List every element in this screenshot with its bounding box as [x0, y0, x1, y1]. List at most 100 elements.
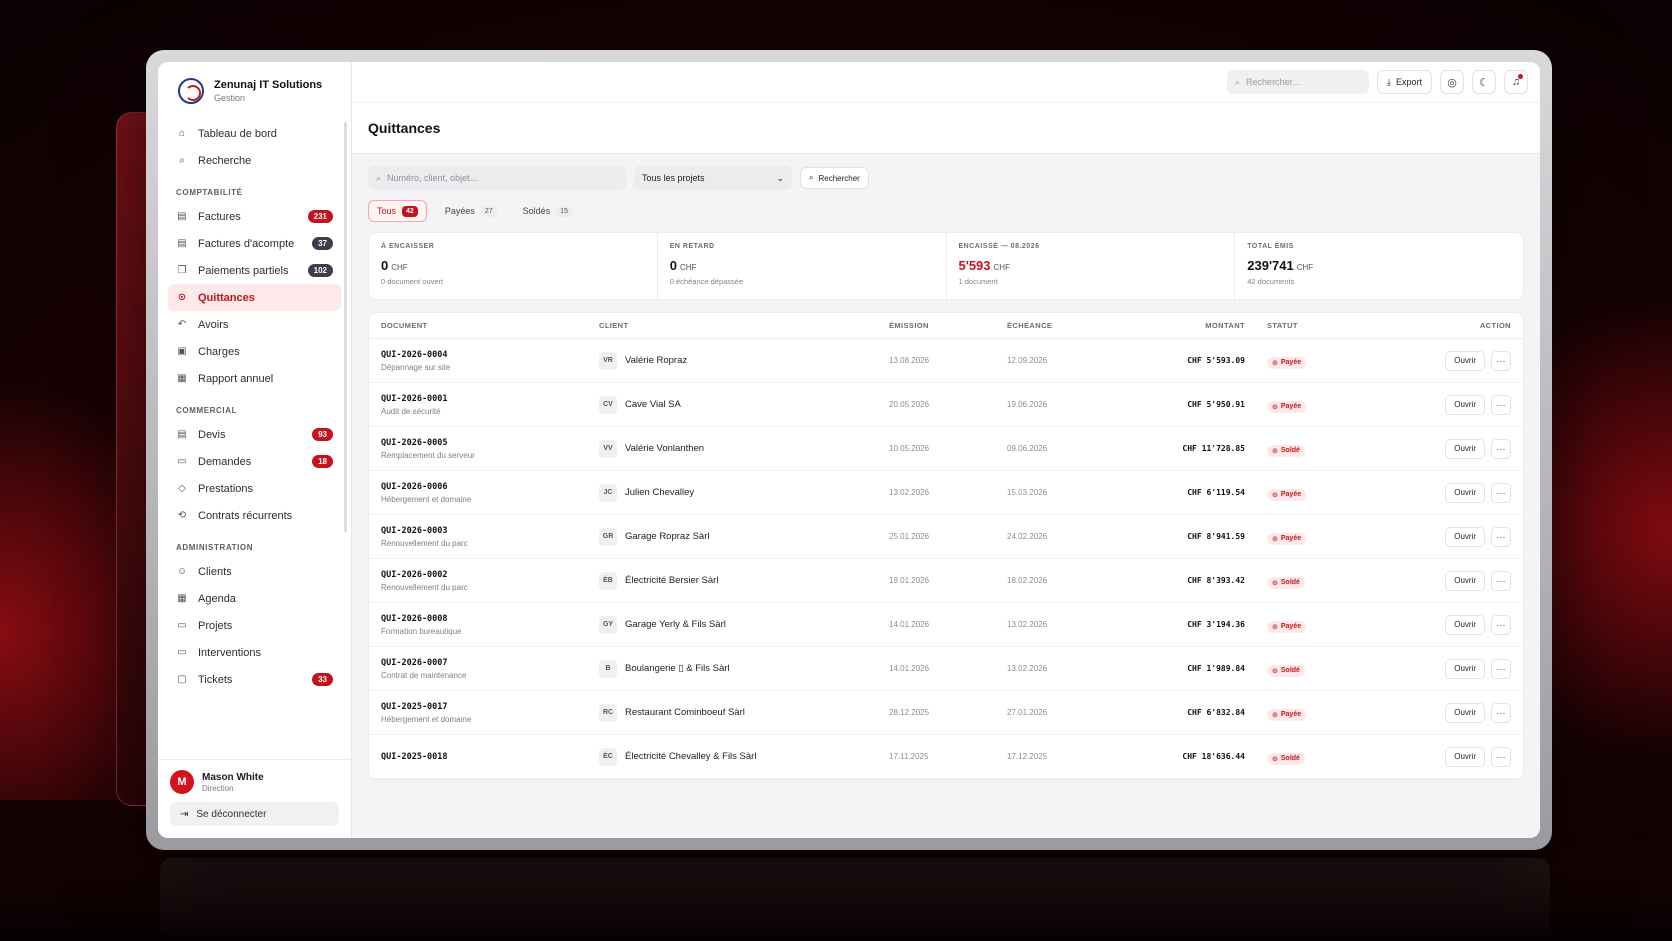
open-button[interactable]: Ouvrir	[1445, 702, 1485, 723]
sidebar-item-label: Paiements partiels	[198, 264, 289, 277]
sidebar-item-projets[interactable]: ▭ Projets	[168, 612, 341, 639]
client-name[interactable]: Julien Chevalley	[625, 487, 694, 498]
moon-icon: ☾	[1479, 76, 1489, 89]
sidebar-item-contrats-recurrents[interactable]: ⟲ Contrats récurrents	[168, 502, 341, 529]
sidebar-item-paiements-partiels[interactable]: ❐ Paiements partiels 102	[168, 257, 341, 284]
sidebar-item-factures-d-acompte[interactable]: ▤ Factures d'acompte 37	[168, 230, 341, 257]
user-profile[interactable]: M Mason White Direction	[170, 770, 339, 794]
document-number[interactable]: QUI-2026-0005	[381, 438, 599, 448]
document-search-input[interactable]: ⌕ Numéro, client, objet...	[368, 166, 626, 190]
table-row[interactable]: QUI-2026-0004 Dépannage sur site VR Valérie…	[369, 339, 1523, 383]
table-row[interactable]: QUI-2026-0002 Renouvellement du parc ÉB Éle…	[369, 559, 1523, 603]
more-options-button[interactable]: ···	[1491, 350, 1511, 371]
sidebar-item-factures[interactable]: ▤ Factures 231	[168, 203, 341, 230]
more-options-button[interactable]: ···	[1491, 394, 1511, 415]
sidebar-item-prestations[interactable]: ◇ Prestations	[168, 475, 341, 502]
table-row[interactable]: QUI-2026-0005 Remplacement du serveur VV Va…	[369, 427, 1523, 471]
open-button[interactable]: Ouvrir	[1445, 526, 1485, 547]
open-button[interactable]: Ouvrir	[1445, 658, 1485, 679]
client-name[interactable]: Électricité Bersier Sàrl	[625, 575, 718, 586]
emission-date: 13.02.2026	[889, 488, 930, 497]
search-button[interactable]: ⌕ Rechercher	[800, 167, 869, 189]
column-document[interactable]: DOCUMENT	[381, 321, 599, 330]
client-name[interactable]: Garage Yerly & Fils Sàrl	[625, 619, 726, 630]
sidebar-item-tickets[interactable]: ▢ Tickets 33	[168, 666, 341, 693]
sidebar-item-tableau-de-bord[interactable]: ⌂ Tableau de bord	[168, 120, 341, 147]
amount: CHF 6'119.54	[1187, 488, 1245, 497]
status-label: Payée	[1280, 403, 1302, 410]
logout-button[interactable]: ⇥ Se déconnecter	[170, 802, 339, 826]
document-number[interactable]: QUI-2026-0002	[381, 570, 599, 580]
tab-payees[interactable]: Payées 27	[437, 200, 505, 222]
brand[interactable]: Zenunaj IT Solutions Gestion	[158, 62, 351, 116]
column-echeance[interactable]: ÉCHÉANCE	[1007, 321, 1125, 330]
document-number[interactable]: QUI-2026-0008	[381, 614, 599, 624]
status-label: Soldé	[1280, 579, 1300, 586]
emission-date: 20.05.2026	[889, 400, 930, 409]
sidebar-item-avoirs[interactable]: ↶ Avoirs	[168, 311, 341, 338]
client-name[interactable]: Restaurant Cominboeuf Sàrl	[625, 707, 745, 718]
more-options-button[interactable]: ···	[1491, 614, 1511, 635]
quote-icon: ▤	[177, 429, 187, 440]
more-options-button[interactable]: ···	[1491, 482, 1511, 503]
client-initials: VV	[599, 439, 617, 458]
table-row[interactable]: QUI-2026-0008 Formation bureautique GY Gara…	[369, 603, 1523, 647]
open-button[interactable]: Ouvrir	[1445, 614, 1485, 635]
more-options-button[interactable]: ···	[1491, 658, 1511, 679]
document-number[interactable]: QUI-2026-0004	[381, 350, 599, 360]
column-client[interactable]: CLIENT	[599, 321, 889, 330]
document-number[interactable]: QUI-2025-0017	[381, 702, 599, 712]
sidebar-scrollbar[interactable]	[344, 122, 347, 532]
client-name[interactable]: Cave Vial SA	[625, 399, 681, 410]
table-row[interactable]: QUI-2026-0003 Renouvellement du parc GR Gar…	[369, 515, 1523, 559]
table-row[interactable]: QUI-2025-0017 Hébergement et domaine RC Res…	[369, 691, 1523, 735]
sidebar-item-rapport-annuel[interactable]: ▦ Rapport annuel	[168, 365, 341, 392]
document-number[interactable]: QUI-2026-0003	[381, 526, 599, 536]
global-search-input[interactable]: ⌕ Rechercher...	[1227, 70, 1369, 94]
document-number[interactable]: QUI-2026-0007	[381, 658, 599, 668]
theme-toggle-button[interactable]: ☾	[1472, 70, 1496, 94]
table-row[interactable]: QUI-2025-0018 ÉC Électricité Chevalley & F…	[369, 735, 1523, 779]
table-row[interactable]: QUI-2026-0001 Audit de sécurité CV Cave Via…	[369, 383, 1523, 427]
export-button[interactable]: ⤓ Export	[1377, 70, 1432, 94]
open-button[interactable]: Ouvrir	[1445, 746, 1485, 767]
amount: CHF 8'393.42	[1187, 576, 1245, 585]
open-button[interactable]: Ouvrir	[1445, 438, 1485, 459]
client-name[interactable]: Valérie Ropraz	[625, 355, 687, 366]
open-button[interactable]: Ouvrir	[1445, 482, 1485, 503]
tab-soldes[interactable]: Soldés 15	[515, 200, 580, 222]
sidebar-item-clients[interactable]: ☺ Clients	[168, 558, 341, 585]
more-options-button[interactable]: ···	[1491, 702, 1511, 723]
sidebar-item-agenda[interactable]: ▦ Agenda	[168, 585, 341, 612]
table-row[interactable]: QUI-2026-0007 Contrat de maintenance B Boul…	[369, 647, 1523, 691]
project-select[interactable]: Tous les projets ⌄	[634, 166, 792, 190]
more-options-button[interactable]: ···	[1491, 746, 1511, 767]
column-emission[interactable]: ÉMISSION	[889, 321, 1007, 330]
document-number[interactable]: QUI-2025-0018	[381, 752, 599, 762]
client-name[interactable]: Électricité Chevalley & Fils Sàrl	[625, 751, 756, 762]
more-options-button[interactable]: ···	[1491, 438, 1511, 459]
calendar-icon: ▦	[177, 593, 187, 604]
sidebar-item-charges[interactable]: ▣ Charges	[168, 338, 341, 365]
client-name[interactable]: Boulangerie ▯ & Fils Sàrl	[625, 663, 730, 674]
column-statut[interactable]: STATUT	[1245, 321, 1355, 330]
open-button[interactable]: Ouvrir	[1445, 570, 1485, 591]
sidebar-item-recherche[interactable]: ⌕ Recherche	[168, 147, 341, 174]
support-button[interactable]: ◎	[1440, 70, 1464, 94]
client-name[interactable]: Garage Ropraz Sàrl	[625, 531, 709, 542]
sidebar-item-interventions[interactable]: ▭ Interventions	[168, 639, 341, 666]
tab-tous[interactable]: Tous 42	[368, 200, 427, 222]
table-row[interactable]: QUI-2026-0006 Hébergement et domaine JC Jul…	[369, 471, 1523, 515]
document-number[interactable]: QUI-2026-0001	[381, 394, 599, 404]
more-options-button[interactable]: ···	[1491, 570, 1511, 591]
open-button[interactable]: Ouvrir	[1445, 350, 1485, 371]
column-montant[interactable]: MONTANT	[1125, 321, 1245, 330]
more-options-button[interactable]: ···	[1491, 526, 1511, 547]
sidebar-item-devis[interactable]: ▤ Devis 93	[168, 421, 341, 448]
document-number[interactable]: QUI-2026-0006	[381, 482, 599, 492]
sidebar-item-quittances[interactable]: ⊙ Quittances	[168, 284, 341, 311]
open-button[interactable]: Ouvrir	[1445, 394, 1485, 415]
client-name[interactable]: Valérie Vonlanthen	[625, 443, 704, 454]
sidebar-item-demandes[interactable]: ▭ Demandes 18	[168, 448, 341, 475]
notifications-button[interactable]: ♫	[1504, 70, 1528, 94]
